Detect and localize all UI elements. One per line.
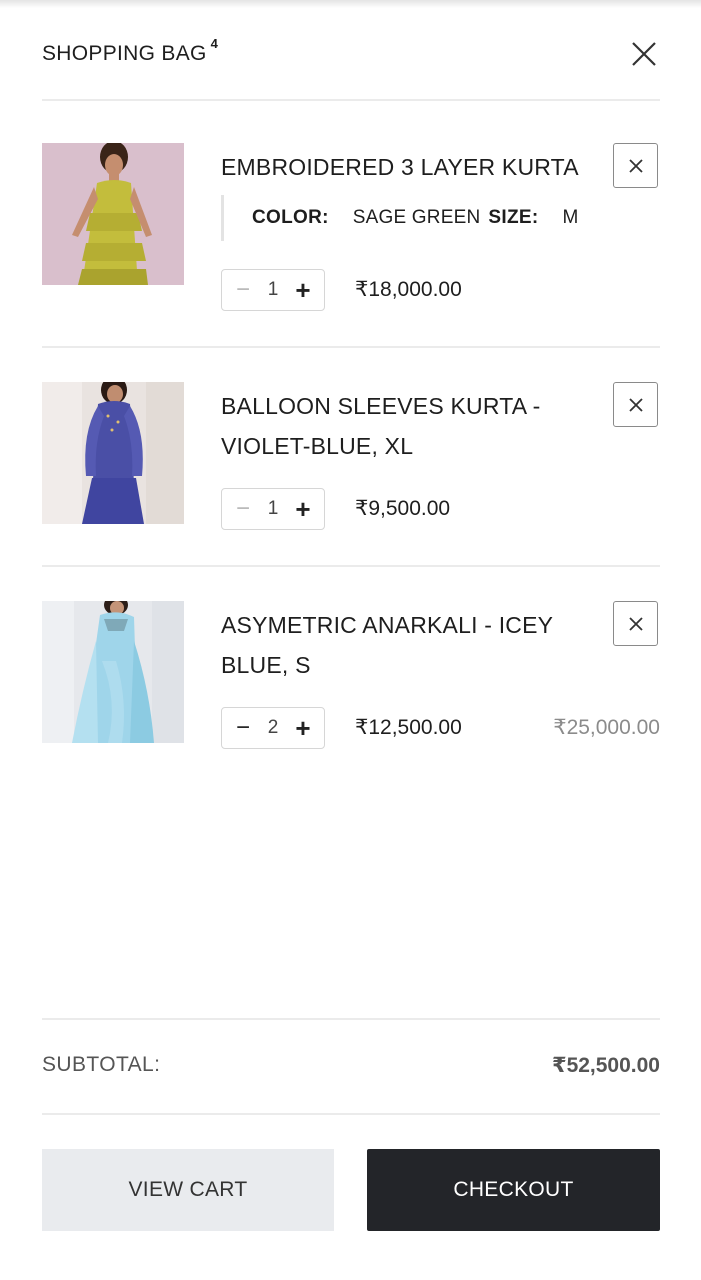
- quantity-value: 1: [267, 279, 279, 300]
- product-name[interactable]: ASYMETRIC ANARKALI - ICEY BLUE, S: [221, 605, 611, 685]
- decrease-quantity-button[interactable]: −: [232, 497, 254, 521]
- checkout-button[interactable]: CHECKOUT: [367, 1149, 660, 1231]
- decrease-quantity-button[interactable]: −: [232, 716, 254, 740]
- quantity-stepper: − 1 +: [221, 488, 325, 530]
- color-value: SAGE GREEN: [352, 207, 481, 228]
- close-icon: [628, 397, 643, 412]
- divider: [42, 565, 660, 567]
- quantity-stepper: − 1 +: [221, 269, 325, 311]
- close-cart-button[interactable]: [630, 40, 658, 68]
- close-icon: [628, 158, 643, 173]
- product-image[interactable]: [42, 601, 184, 743]
- color-label: COLOR:: [252, 207, 329, 228]
- product-image[interactable]: [42, 143, 184, 285]
- divider: [42, 99, 660, 101]
- increase-quantity-button[interactable]: +: [292, 496, 314, 522]
- remove-item-button[interactable]: [613, 601, 658, 646]
- subtotal-value: ₹52,500.00: [551, 1054, 660, 1077]
- close-icon: [628, 616, 643, 631]
- divider: [42, 1018, 660, 1020]
- quantity-value: 1: [267, 498, 279, 519]
- cart-item: EMBROIDERED 3 LAYER KURTA COLOR: SAGE GR…: [42, 143, 660, 323]
- cart-item: ASYMETRIC ANARKALI - ICEY BLUE, S − 2 + …: [42, 601, 660, 761]
- size-label: SIZE:: [488, 207, 539, 228]
- cart-header: SHOPPING BAG 4: [42, 30, 660, 80]
- remove-item-button[interactable]: [613, 382, 658, 427]
- size-value: M: [562, 207, 579, 228]
- decrease-quantity-button[interactable]: −: [232, 278, 254, 302]
- cart-title: SHOPPING BAG 4: [42, 36, 218, 66]
- subtotal-label: SUBTOTAL:: [42, 1053, 161, 1076]
- product-price: ₹12,500.00: [355, 716, 462, 739]
- product-options: COLOR: SAGE GREEN SIZE: M: [221, 195, 578, 241]
- quantity-value: 2: [267, 717, 279, 738]
- product-price: ₹9,500.00: [355, 497, 451, 520]
- cart-title-text: SHOPPING BAG: [42, 42, 207, 65]
- increase-quantity-button[interactable]: +: [292, 715, 314, 741]
- line-total-price: ₹25,000.00: [553, 716, 660, 739]
- cart-item: BALLOON SLEEVES KURTA - VIOLET-BLUE, XL …: [42, 382, 660, 542]
- close-icon: [632, 42, 656, 66]
- product-name[interactable]: EMBROIDERED 3 LAYER KURTA: [221, 147, 611, 187]
- increase-quantity-button[interactable]: +: [292, 277, 314, 303]
- view-cart-button[interactable]: VIEW CART: [42, 1149, 334, 1231]
- divider: [42, 1113, 660, 1115]
- quantity-stepper: − 2 +: [221, 707, 325, 749]
- product-image[interactable]: [42, 382, 184, 524]
- product-name[interactable]: BALLOON SLEEVES KURTA - VIOLET-BLUE, XL: [221, 386, 611, 466]
- top-shadow: [0, 0, 701, 8]
- divider: [42, 346, 660, 348]
- cart-count-badge: 4: [210, 36, 219, 51]
- remove-item-button[interactable]: [613, 143, 658, 188]
- product-price: ₹18,000.00: [355, 278, 462, 301]
